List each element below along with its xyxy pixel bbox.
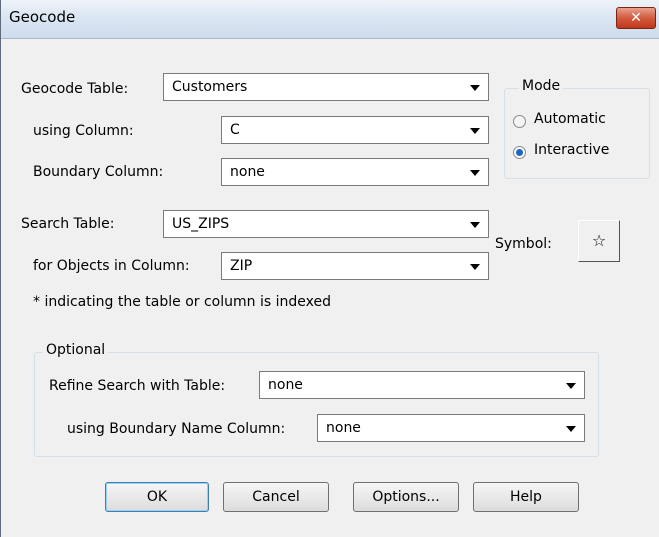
close-button[interactable]: ✕ <box>616 7 656 29</box>
boundary-name-column-dropdown[interactable]: none <box>317 414 585 442</box>
chevron-down-icon <box>566 426 576 432</box>
using-column-dropdown[interactable]: C <box>221 116 489 144</box>
cancel-button[interactable]: Cancel <box>223 482 329 512</box>
search-table-label: Search Table: <box>21 216 115 232</box>
radio-button[interactable] <box>513 115 526 128</box>
refine-search-value: none <box>268 377 303 393</box>
mode-legend: Mode <box>519 78 564 94</box>
chevron-down-icon <box>470 85 480 91</box>
boundary-column-value: none <box>230 164 265 180</box>
geocode-dialog: Geocode ✕ Geocode Table: Customers using… <box>0 0 659 537</box>
refine-search-dropdown[interactable]: none <box>259 371 585 399</box>
chevron-down-icon <box>470 222 480 228</box>
star-icon: ☆ <box>591 231 607 250</box>
indexed-note: * indicating the table or column is inde… <box>33 294 331 310</box>
objects-column-value: ZIP <box>230 258 253 274</box>
close-icon: ✕ <box>630 10 642 26</box>
window-title: Geocode <box>9 8 76 26</box>
boundary-name-column-label: using Boundary Name Column: <box>67 421 286 437</box>
symbol-label: Symbol: <box>495 236 552 252</box>
options-button[interactable]: Options... <box>353 482 459 512</box>
search-table-dropdown[interactable]: US_ZIPS <box>163 210 489 238</box>
refine-search-label: Refine Search with Table: <box>49 378 226 394</box>
boundary-column-dropdown[interactable]: none <box>221 158 489 186</box>
mode-automatic-label: Automatic <box>534 111 606 127</box>
mode-interactive-label: Interactive <box>534 142 610 158</box>
geocode-table-value: Customers <box>172 79 248 95</box>
chevron-down-icon <box>470 170 480 176</box>
using-column-value: C <box>230 122 240 138</box>
boundary-name-column-value: none <box>326 420 361 436</box>
geocode-table-dropdown[interactable]: Customers <box>163 73 489 101</box>
objects-column-label: for Objects in Column: <box>33 258 190 274</box>
radio-button-selected[interactable] <box>513 146 526 159</box>
chevron-down-icon <box>566 383 576 389</box>
chevron-down-icon <box>470 264 480 270</box>
chevron-down-icon <box>470 128 480 134</box>
help-button[interactable]: Help <box>473 482 579 512</box>
title-bar[interactable]: Geocode ✕ <box>1 0 659 39</box>
geocode-table-label: Geocode Table: <box>21 81 129 97</box>
ok-button[interactable]: OK <box>105 482 209 512</box>
using-column-label: using Column: <box>33 123 134 139</box>
optional-legend: Optional <box>43 342 109 358</box>
objects-column-dropdown[interactable]: ZIP <box>221 252 489 280</box>
search-table-value: US_ZIPS <box>172 216 230 232</box>
boundary-column-label: Boundary Column: <box>33 164 164 180</box>
mode-group: Mode <box>504 78 650 179</box>
symbol-button[interactable]: ☆ <box>578 220 620 262</box>
